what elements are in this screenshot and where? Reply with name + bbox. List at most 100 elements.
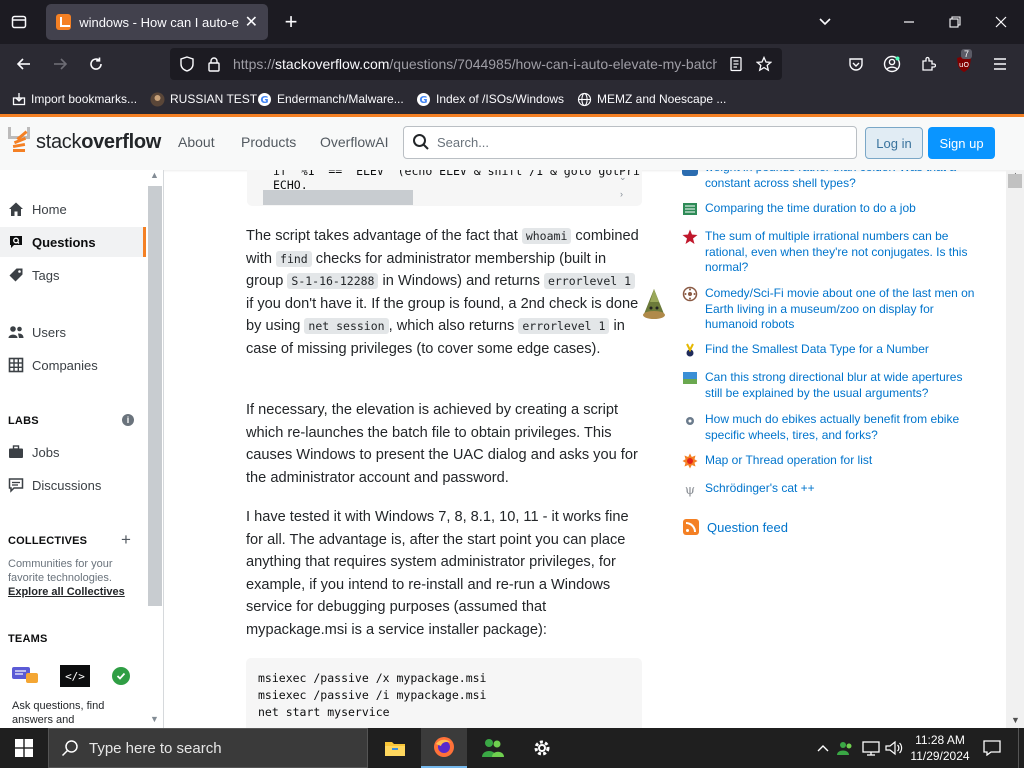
sidebar-item-questions[interactable]: Questions [0,227,146,257]
show-desktop-button[interactable] [1018,728,1024,768]
hot-question-item[interactable]: Find the Smallest Data Type for a Number [682,342,982,358]
bookmark-memz[interactable]: MEMZ and Noescape ... [577,90,726,108]
shield-icon[interactable] [178,55,196,73]
inline-code: errorlevel 1 [518,318,610,334]
list-all-tabs-icon[interactable] [802,0,848,44]
browser-tab-active[interactable]: windows - How can I auto-elevate my batc… [46,4,268,40]
new-tab-button[interactable]: + [278,9,304,35]
bookmark-endermanch[interactable]: G Endermanch/Malware... [257,90,404,108]
bookmark-isos[interactable]: G Index of /ISOs/Windows [416,90,564,108]
code-horizontal-scrollbar[interactable]: › [261,189,623,205]
info-icon[interactable]: i [122,414,134,426]
hot-question-item[interactable]: Comparing the time duration to do a job [682,201,982,217]
show-hidden-icons-chevron-up-icon[interactable] [814,728,832,768]
nav-products[interactable]: Products [241,134,296,150]
hot-question-link[interactable]: Comedy/Sci-Fi movie about one of the las… [705,286,982,333]
pocket-icon[interactable] [844,52,868,76]
browser-nav-bar: https://stackoverflow.com/questions/7044… [0,44,1024,84]
bookmark-star-icon[interactable] [755,55,773,73]
tag-icon [8,267,24,283]
taskbar-search-input[interactable]: Type here to search [48,728,368,768]
add-icon[interactable]: + [121,530,131,550]
hot-question-link[interactable]: Can this strong directional blur at wide… [705,370,982,401]
tray-people-icon[interactable] [836,728,856,768]
sidebar-item-companies[interactable]: Companies [0,350,146,380]
close-window-button[interactable] [978,0,1024,44]
folder-icon [385,742,405,756]
page-scrollbar[interactable]: ▲ ▼ [1006,170,1024,728]
people-icon [482,739,504,757]
hot-question-item[interactable]: Comedy/Sci-Fi movie about one of the las… [682,286,982,333]
hot-question-link[interactable]: Comparing the time duration to do a job [705,201,916,217]
search-input[interactable]: Search... [403,126,857,159]
sidebar-item-label: Discussions [32,477,102,493]
menu-icon[interactable] [988,52,1012,76]
stackoverflow-logo[interactable]: stackoverflow [8,127,161,157]
sidebar-item-discussions[interactable]: Discussions [0,470,146,500]
hot-question-link[interactable]: How much do ebikes actually benefit from… [705,412,982,443]
taskbar-file-explorer[interactable] [372,728,418,768]
extensions-icon[interactable] [916,52,940,76]
firefox-icon [434,737,454,757]
code-scroll-down-icon[interactable]: ⌄ [619,172,627,183]
back-button[interactable] [9,50,39,78]
volume-icon[interactable] [884,728,904,768]
explore-collectives-link[interactable]: Explore all Collectives [8,586,125,598]
hot-question-link[interactable]: weight in pounds rather than colder: Was… [705,170,982,191]
bookmark-label: Index of /ISOs/Windows [436,92,565,106]
notifications-icon[interactable] [978,728,1006,768]
taskbar-people-app[interactable] [470,728,516,768]
hot-question-item[interactable]: Map or Thread operation for list [682,453,982,469]
lock-icon[interactable] [205,55,223,73]
account-icon[interactable] [880,52,904,76]
left-sidebar-scrollbar[interactable]: ▲ ▼ [148,170,162,728]
signup-button[interactable]: Sign up [928,127,995,159]
hot-question-item[interactable]: weight in pounds rather than colder: Was… [682,170,982,191]
hot-question-item[interactable]: ψ Schrödinger's cat ++ [682,481,982,497]
gear-icon [534,740,550,756]
nav-overflowai[interactable]: OverflowAI [320,134,388,150]
hot-question-item[interactable]: The sum of multiple irrational numbers c… [682,229,982,276]
search-icon [61,740,78,757]
address-bar[interactable]: https://stackoverflow.com/questions/7044… [170,48,782,80]
sidebar-item-tags[interactable]: Tags [0,260,146,290]
inline-code: find [276,250,312,267]
login-button[interactable]: Log in [865,127,923,159]
hot-question-item[interactable]: How much do ebikes actually benefit from… [682,412,982,443]
site-icon [682,170,698,176]
tab-list-icon[interactable] [6,10,32,34]
restore-button[interactable] [932,0,978,44]
svg-text:G: G [260,95,268,106]
collectives-description: Communities for your favorite technologi… [8,558,125,598]
taskbar-firefox[interactable] [421,728,467,768]
nav-about[interactable]: About [178,134,215,150]
question-feed-link[interactable]: Question feed [683,519,788,535]
taskbar-settings[interactable] [519,728,565,768]
reader-view-icon[interactable] [727,55,745,73]
sidebar-item-jobs[interactable]: Jobs [0,437,146,467]
hot-question-item[interactable]: Can this strong directional blur at wide… [682,370,982,401]
forward-button[interactable] [45,50,75,78]
hot-question-link[interactable]: Find the Smallest Data Type for a Number [705,342,929,358]
start-button[interactable] [0,728,48,768]
hot-question-link[interactable]: The sum of multiple irrational numbers c… [705,229,982,276]
code-block: msiexec /passive /x mypackage.msi msiexe… [246,658,642,728]
clock-date: 11/29/2024 [910,749,970,763]
hot-question-link[interactable]: Schrödinger's cat ++ [705,481,815,497]
tab-close-icon[interactable]: ✕ [245,12,258,32]
inline-code: errorlevel 1 [543,273,636,289]
sidebar-item-label: Companies [32,357,98,373]
reload-button[interactable] [81,50,111,78]
url-text[interactable]: https://stackoverflow.com/questions/7044… [233,56,717,72]
network-icon[interactable] [860,728,882,768]
google-icon: G [257,92,272,107]
globe-icon [577,92,592,107]
bookmark-import[interactable]: Import bookmarks... [11,90,137,108]
bookmark-russian-test[interactable]: RUSSIAN TEST [150,90,257,108]
minimize-button[interactable] [886,0,932,44]
hot-question-link[interactable]: Map or Thread operation for list [705,453,872,469]
taskbar-clock[interactable]: 11:28 AM 11/29/2024 [905,732,975,764]
logo-text: stackoverflow [36,130,162,153]
sidebar-item-home[interactable]: Home [0,194,146,224]
sidebar-item-users[interactable]: Users [0,317,146,347]
